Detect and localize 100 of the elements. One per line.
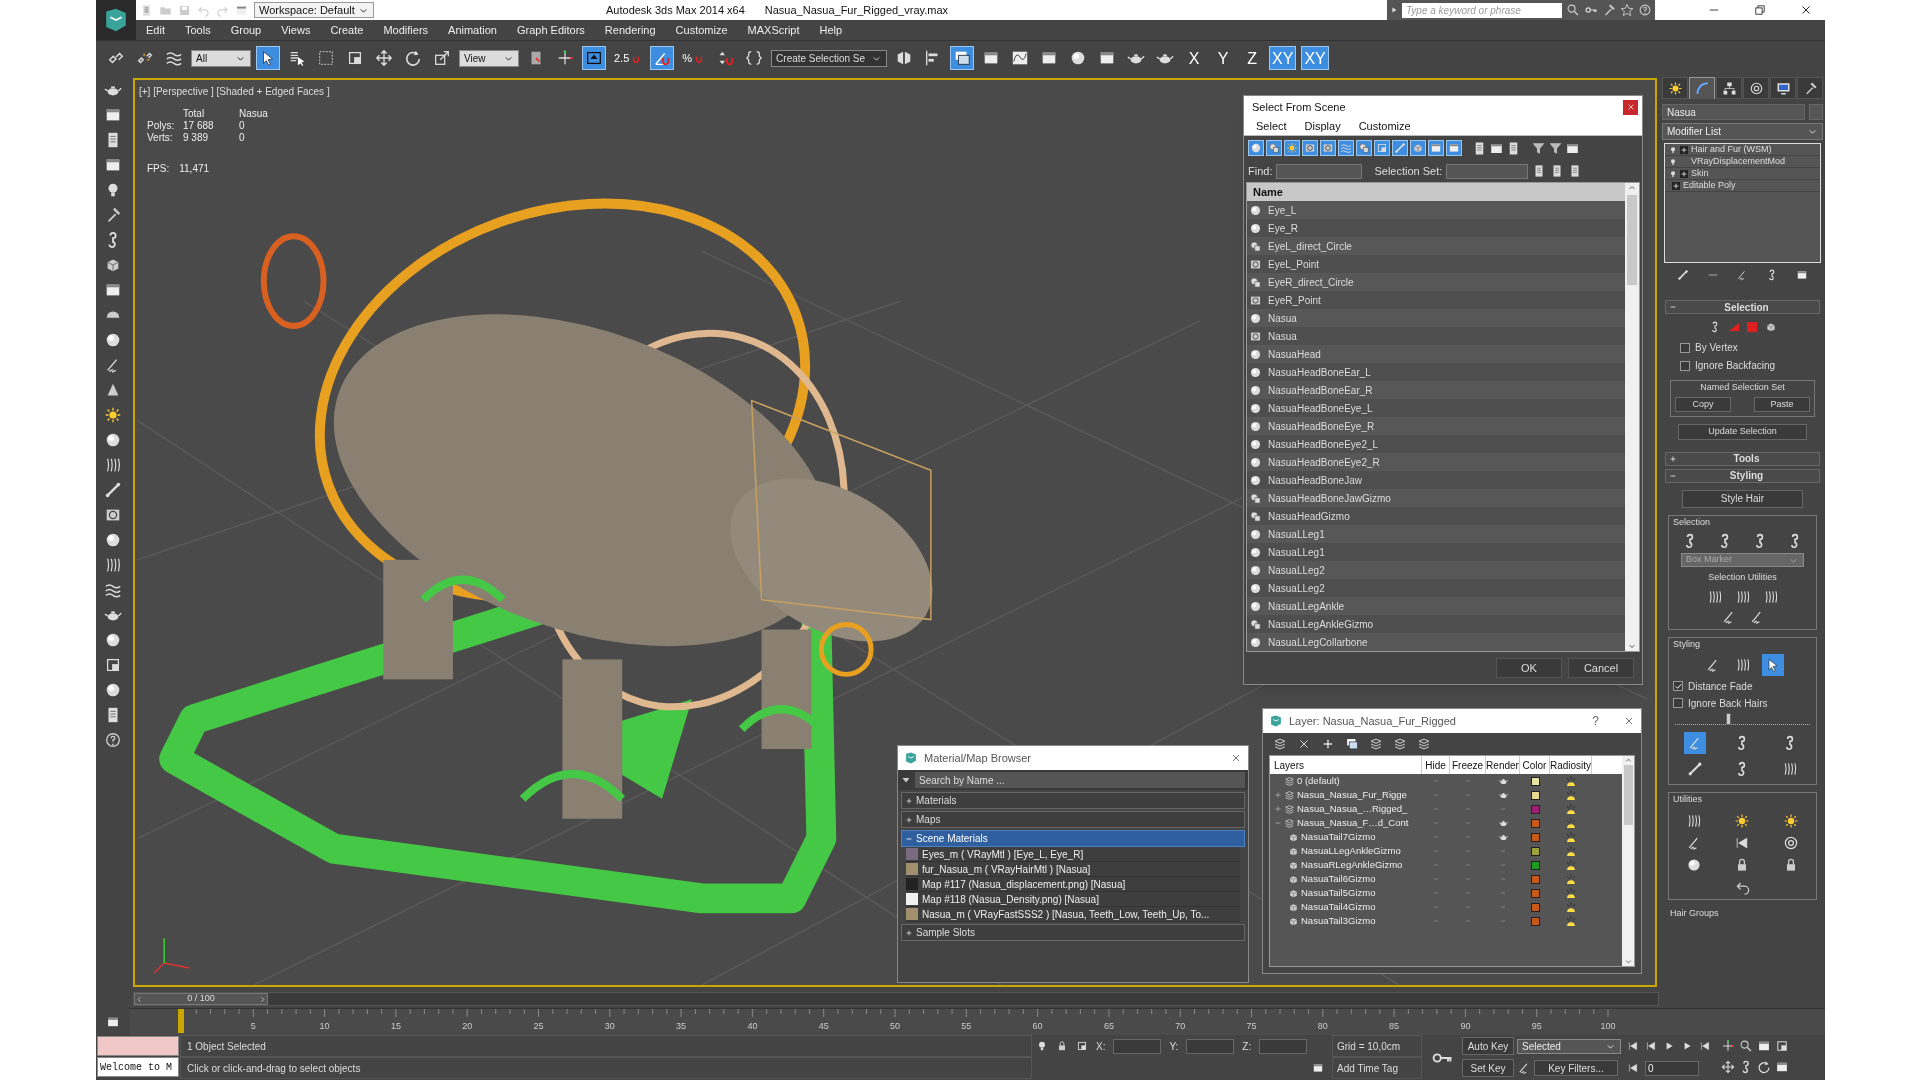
object-name[interactable]: EyeR_Point — [1268, 292, 1321, 308]
layer-name: Nasua_Nasua_F…d_Cont — [1297, 815, 1409, 830]
add-time-tag-button[interactable]: Add Time Tag — [1332, 1057, 1422, 1079]
panel-button[interactable]: Update Selection — [1678, 423, 1807, 440]
axis-button[interactable]: Y — [1211, 46, 1236, 70]
toolbar-dropdown[interactable]: All — [191, 49, 251, 67]
column-header[interactable]: Color — [1520, 756, 1550, 774]
object-name[interactable]: NasuaLLeg1 — [1268, 544, 1325, 560]
menu-item[interactable]: Tools — [184, 21, 211, 39]
toolbar-dropdown[interactable]: View — [459, 49, 519, 67]
menu-item[interactable]: Customize — [675, 21, 728, 39]
dialog-button[interactable]: Cancel — [1568, 658, 1634, 678]
object-name[interactable]: NasuaLLeg2 — [1268, 562, 1325, 578]
section-header[interactable]: Sample Slots — [901, 924, 1245, 941]
time-slider-track[interactable]: 0 / 100 — [133, 992, 1659, 1006]
layer-row[interactable]: 0 (default) — [1270, 774, 1622, 788]
material-item[interactable]: fur_Nasua_m ( VRayHairMtl ) [Nasua] — [906, 862, 1240, 877]
material-item[interactable]: Map #117 (Nasua_displacement.png) [Nasua] — [906, 877, 1240, 892]
object-name[interactable]: EyeL_Point — [1268, 256, 1320, 272]
object-name[interactable]: NasuaHeadBoneEye_L — [1268, 400, 1373, 416]
column-header[interactable]: Name — [1247, 183, 1625, 201]
axis-button[interactable]: X — [1182, 46, 1207, 70]
modifier-item[interactable]: Skin — [1665, 168, 1820, 180]
layer-row[interactable]: NasuaTail6Gizmo — [1270, 872, 1622, 886]
object-name[interactable]: NasuaHeadBoneEye2_L — [1268, 436, 1379, 452]
material-item[interactable]: Eyes_m ( VRayMtl ) [Eye_L, Eye_R] — [906, 847, 1240, 862]
menu-item[interactable]: Modifiers — [383, 21, 429, 39]
object-name[interactable]: EyeL_direct_Circle — [1268, 238, 1352, 254]
script-output-field[interactable]: Welcome to M — [97, 1057, 179, 1077]
search-field[interactable]: Search by Name ... — [915, 772, 1245, 788]
modifier-item[interactable]: Editable Poly — [1665, 180, 1820, 192]
menu-item[interactable]: Create — [330, 21, 364, 39]
menu-item[interactable]: Graph Editors — [516, 21, 585, 39]
key-filters-button[interactable]: Key Filters... — [1534, 1060, 1618, 1076]
object-name[interactable]: NasuaLLegAnkle — [1268, 598, 1345, 614]
object-name[interactable]: Nasua — [1268, 310, 1297, 326]
menu-item[interactable]: Group — [230, 21, 262, 39]
object-name[interactable]: NasuaLLeg1 — [1268, 526, 1325, 542]
column-header[interactable]: Freeze — [1450, 756, 1486, 774]
object-name[interactable]: NasuaHeadBoneJaw — [1268, 472, 1362, 488]
search-field[interactable]: Type a keyword or phrase — [1402, 2, 1562, 18]
panel-button[interactable]: Style Hair — [1682, 489, 1803, 508]
panel-button[interactable]: Copy — [1675, 396, 1731, 412]
menu-item[interactable]: Help — [819, 21, 843, 39]
layer-row[interactable]: Nasua_Nasua_F…d_Cont — [1270, 816, 1622, 830]
column-header[interactable]: Hide — [1422, 756, 1450, 774]
layer-row[interactable]: NasuaLLegAnkleGizmo — [1270, 844, 1622, 858]
material-item[interactable]: Map #118 (Nasua_Density.png) [Nasua] — [906, 892, 1240, 907]
toolbar-dropdown[interactable]: Create Selection Se — [771, 49, 888, 67]
key-mode-dropdown[interactable]: Selected — [1517, 1038, 1621, 1054]
column-header[interactable]: Render — [1486, 756, 1520, 774]
layer-row[interactable]: NasuaTail4Gizmo — [1270, 900, 1622, 914]
object-name-field[interactable]: Nasua — [1662, 104, 1805, 120]
rollout-header[interactable]: Styling — [1665, 468, 1820, 483]
section-header[interactable]: Scene Materials — [901, 830, 1245, 847]
frame-field[interactable]: 0 — [1645, 1060, 1699, 1076]
workspace-dropdown[interactable]: Workspace: Default — [254, 2, 374, 18]
object-name[interactable]: NasuaHead — [1268, 346, 1321, 362]
modifier-item[interactable]: Hair and Fur (WSM) — [1665, 144, 1820, 156]
object-name[interactable]: NasuaLLegAnkleGizmo — [1268, 616, 1374, 632]
menu-item[interactable]: Display — [1304, 118, 1341, 135]
rollout-header[interactable]: Tools — [1665, 451, 1820, 466]
column-header[interactable]: Radiosity — [1550, 756, 1592, 774]
object-name[interactable]: Eye_R — [1268, 220, 1298, 236]
set-key-button[interactable]: Set Key — [1462, 1059, 1514, 1077]
rollout-header[interactable]: Selection — [1665, 300, 1820, 314]
auto-key-button[interactable]: Auto Key — [1462, 1037, 1514, 1055]
menu-item[interactable]: Animation — [448, 21, 497, 39]
object-name[interactable]: Nasua — [1268, 328, 1297, 344]
object-name[interactable]: Eye_L — [1268, 202, 1297, 218]
axis-button[interactable]: Z — [1240, 46, 1265, 70]
modifier-item[interactable]: VRayDisplacementMod — [1665, 156, 1820, 168]
object-name[interactable]: NasuaHeadBoneEar_L — [1268, 364, 1371, 380]
layer-row[interactable]: Nasua_Nasua_…Rigged_ — [1270, 802, 1622, 816]
layer-row[interactable]: NasuaRLegAnkleGizmo — [1270, 858, 1622, 872]
object-name[interactable]: NasuaHeadGizmo — [1268, 508, 1350, 524]
panel-button[interactable]: Paste — [1754, 396, 1810, 412]
column-header[interactable]: Layers — [1270, 756, 1422, 774]
menu-item[interactable]: Customize — [1358, 118, 1411, 135]
modifier-list-dropdown[interactable]: Modifier List — [1662, 123, 1823, 140]
menu-item[interactable]: Select — [1256, 118, 1287, 135]
section-header[interactable]: Materials — [901, 792, 1245, 809]
layer-row[interactable]: NasuaTail5Gizmo — [1270, 886, 1622, 900]
help-button[interactable]: ? — [1592, 712, 1599, 730]
menu-item[interactable]: Views — [281, 21, 311, 39]
object-name[interactable]: NasuaLLeg2 — [1268, 580, 1325, 596]
snap-toggle[interactable]: 2.5 — [611, 46, 646, 70]
menu-item[interactable]: Rendering — [604, 21, 656, 39]
section-header[interactable]: Maps — [901, 811, 1245, 828]
viewport-label[interactable]: [+] [Perspective ] [Shaded + Edged Faces ] — [139, 84, 330, 99]
layer-row[interactable]: NasuaTail7Gizmo — [1270, 830, 1622, 844]
snap-toggle[interactable]: % — [679, 46, 709, 70]
layer-row[interactable]: NasuaTail3Gizmo — [1270, 914, 1622, 928]
dialog-button[interactable]: OK — [1496, 658, 1562, 678]
layer-row[interactable]: Nasua_Nasua_Fur_Rigge — [1270, 788, 1622, 802]
stats-header: Total — [183, 108, 206, 120]
checkbox-label: Ignore Back Hairs — [1688, 696, 1768, 711]
menu-item[interactable]: MAXScript — [747, 21, 800, 39]
menu-item[interactable]: Edit — [146, 21, 165, 39]
timeline-ruler[interactable]: 5 10 15 20 25 30 35 40 45 50 55 60 65 70 75 80 85 90 95 100 — [130, 1008, 1825, 1035]
